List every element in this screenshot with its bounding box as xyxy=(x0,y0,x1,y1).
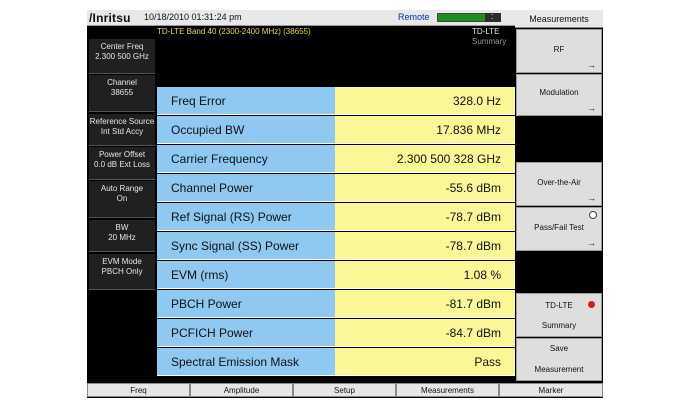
tdlte-summary-softkey[interactable]: TD-LTE Summary xyxy=(516,293,602,337)
param-label: Center Freq xyxy=(100,42,144,51)
measurement-label: Occupied BW xyxy=(171,123,245,137)
measurement-label: Spectral Emission Mask xyxy=(171,355,300,369)
param-label: BW xyxy=(115,223,129,232)
view-label: Summary xyxy=(472,37,507,46)
softkey-label: Pass/Fail Test xyxy=(534,223,584,232)
remote-status: Remote xyxy=(398,12,430,22)
measurement-label: Carrier Frequency xyxy=(171,152,268,166)
tab-measurements[interactable]: Measurements xyxy=(396,383,499,397)
measurement-label: PCFICH Power xyxy=(171,326,254,340)
anritsu-logo: /Inritsu xyxy=(89,11,131,25)
measurement-value: -84.7 dBm xyxy=(445,326,501,340)
measurement-label: PBCH Power xyxy=(171,297,242,311)
measurement-label: Ref Signal (RS) Power xyxy=(171,210,292,224)
softkey-panel: Measurements RF → Modulation → Over-the-… xyxy=(515,10,603,382)
tab-setup[interactable]: Setup xyxy=(293,383,396,397)
param-reference-source: Reference Source Int Std Accy xyxy=(89,114,155,146)
measurement-value: -81.7 dBm xyxy=(445,297,501,311)
param-channel: Channel 38655 xyxy=(89,75,155,112)
table-row: PCFICH Power -84.7 dBm xyxy=(157,319,515,348)
measurement-label: Channel Power xyxy=(171,181,254,195)
battery-indicator xyxy=(437,13,492,22)
table-row: Occupied BW 17.836 MHz xyxy=(157,116,515,145)
param-label: Auto Range xyxy=(100,184,144,193)
table-row: Ref Signal (RS) Power -78.7 dBm xyxy=(157,203,515,232)
param-bw: BW 20 MHz xyxy=(89,220,155,252)
table-row: Sync Signal (SS) Power -78.7 dBm xyxy=(157,232,515,261)
arrow-right-icon: → xyxy=(587,193,596,203)
param-label: Power Offset xyxy=(98,150,146,159)
softkey-sublabel: Summary xyxy=(541,321,577,330)
measurement-value: 2.300 500 328 GHz xyxy=(396,152,501,166)
measurement-value: -55.6 dBm xyxy=(445,181,501,195)
param-value: On xyxy=(116,194,128,203)
param-value: 0.0 dB Ext Loss xyxy=(93,160,151,169)
measurement-value: 328.0 Hz xyxy=(452,94,501,108)
bottom-menu-bar: Freq Amplitude Setup Measurements Marker xyxy=(87,382,603,398)
modulation-softkey[interactable]: Modulation → xyxy=(516,74,602,116)
measurement-label: EVM (rms) xyxy=(171,268,229,282)
parameter-panel: Center Freq 2.300 500 GHz Channel 38655 … xyxy=(87,26,157,381)
date-time: 10/18/2010 01:31:24 pm xyxy=(144,12,242,22)
table-row: Channel Power -55.6 dBm xyxy=(157,174,515,203)
param-auto-range: Auto Range On xyxy=(89,181,155,218)
measurement-value: 17.836 MHz xyxy=(436,123,501,137)
softkey-label: Modulation xyxy=(539,88,579,97)
softkey-label: TD-LTE xyxy=(545,301,573,310)
softkey-label: Over-the-Air xyxy=(537,178,581,187)
param-evm-mode: EVM Mode PBCH Only xyxy=(89,254,155,290)
param-value: 2.300 500 GHz xyxy=(95,52,149,61)
measurement-value: -78.7 dBm xyxy=(445,239,501,253)
radio-off-icon xyxy=(589,211,597,219)
param-value: 38655 xyxy=(110,88,134,97)
measurement-label: Freq Error xyxy=(171,94,226,108)
arrow-right-icon: → xyxy=(587,60,596,70)
param-label: Channel xyxy=(107,78,137,87)
analyzer-screen: /Inritsu 10/18/2010 01:31:24 pm Remote :… xyxy=(87,10,603,398)
param-label: EVM Mode xyxy=(102,257,142,266)
band-info: TD-LTE Band 40 (2300-2400 MHz) (38655) xyxy=(157,27,311,36)
save-measurement-softkey[interactable]: Save Measurement xyxy=(516,338,602,381)
table-row: Freq Error 328.0 Hz xyxy=(157,87,515,116)
indicator-colon: : xyxy=(491,11,494,21)
measurement-value: -78.7 dBm xyxy=(445,210,501,224)
measurement-value: 1.08 % xyxy=(463,268,501,282)
softkey-label: Save xyxy=(549,344,569,353)
measurement-value: Pass xyxy=(474,355,501,369)
tab-amplitude[interactable]: Amplitude xyxy=(190,383,293,397)
menu-title: Measurements xyxy=(515,10,603,28)
table-row: Carrier Frequency 2.300 500 328 GHz xyxy=(157,145,515,174)
softkey-label: RF xyxy=(553,45,565,54)
table-row: Spectral Emission Mask Pass xyxy=(157,348,515,377)
standard-label: TD-LTE xyxy=(472,27,500,36)
arrow-right-icon: → xyxy=(587,238,596,248)
status-bar: /Inritsu 10/18/2010 01:31:24 pm Remote : xyxy=(87,10,515,26)
param-value: Int Std Accy xyxy=(100,127,144,136)
table-row: PBCH Power -81.7 dBm xyxy=(157,290,515,319)
param-center-freq: Center Freq 2.300 500 GHz xyxy=(89,39,155,74)
measurement-label: Sync Signal (SS) Power xyxy=(171,239,300,253)
over-the-air-softkey[interactable]: Over-the-Air → xyxy=(516,162,602,206)
pass-fail-test-softkey[interactable]: Pass/Fail Test → xyxy=(516,207,602,251)
param-label: Reference Source xyxy=(89,117,155,126)
tab-freq[interactable]: Freq xyxy=(87,383,190,397)
tab-marker[interactable]: Marker xyxy=(499,383,603,397)
param-value: PBCH Only xyxy=(101,267,143,276)
param-power-offset: Power Offset 0.0 dB Ext Loss xyxy=(89,147,155,180)
table-row: EVM (rms) 1.08 % xyxy=(157,261,515,290)
arrow-right-icon: → xyxy=(587,103,596,113)
softkey-sublabel: Measurement xyxy=(534,365,584,374)
param-value: 20 MHz xyxy=(108,233,136,242)
rf-softkey[interactable]: RF → xyxy=(516,29,602,73)
